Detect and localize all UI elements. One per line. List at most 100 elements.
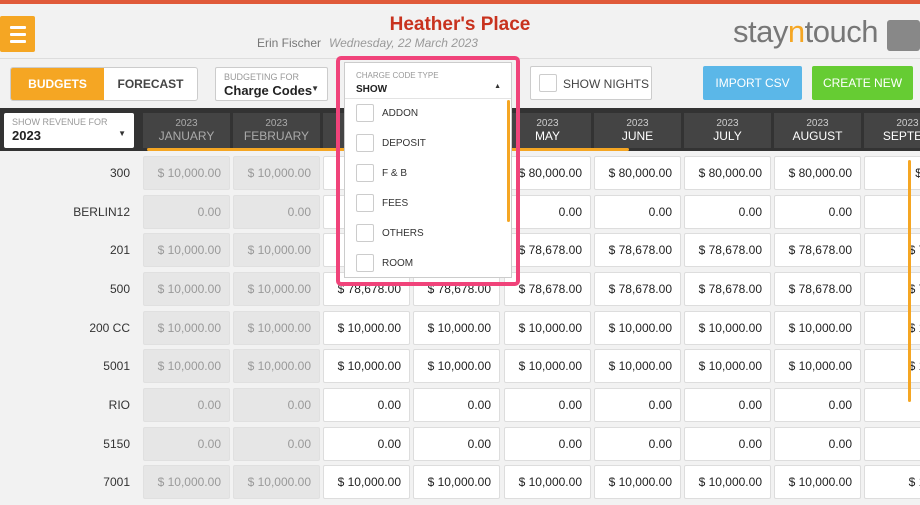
budget-cell-input[interactable]: 0.00 <box>684 195 771 229</box>
budget-cell-input[interactable]: 0.00 <box>774 427 861 461</box>
create-new-button[interactable]: CREATE NEW <box>812 66 913 100</box>
caret-up-icon[interactable]: ▲ <box>494 83 501 90</box>
dropdown-scrollbar[interactable] <box>507 100 510 222</box>
budget-cell-input[interactable]: 0.00 <box>594 427 681 461</box>
charge-code-type-option[interactable]: ADDON <box>345 99 511 129</box>
budget-cell-input[interactable]: $ 80,000.00 <box>774 156 861 190</box>
budget-cell-input[interactable]: $ 10,000.00 <box>413 311 500 345</box>
budget-cell-input[interactable]: $ 78,678.00 <box>594 272 681 306</box>
charge-code-type-option[interactable]: F & B <box>345 159 511 189</box>
budget-cell-input[interactable]: $ 80,000.00 <box>684 156 771 190</box>
budget-cell-input[interactable]: 0.00 <box>504 388 591 422</box>
month-column-header: 2023 FEBRUARY <box>233 113 320 148</box>
budget-cell-input[interactable]: $ 10,000.00 <box>504 349 591 383</box>
budget-cell-input[interactable]: $ 78,678.00 <box>504 272 591 306</box>
budget-cell-input[interactable] <box>864 427 920 461</box>
budgets-tab[interactable]: BUDGETS <box>11 68 104 100</box>
budget-cell-input[interactable]: $ 10,000.00 <box>504 465 591 499</box>
month-year: 2023 <box>626 118 649 129</box>
budget-cell-input[interactable]: $ 10,0 <box>864 349 920 383</box>
budget-cell-input[interactable]: $ 10,000.00 <box>684 465 771 499</box>
budget-cell-input[interactable]: 0.00 <box>594 195 681 229</box>
header: Heather's Place Erin Fischer Wednesday, … <box>0 4 920 58</box>
budget-cell-input[interactable]: 0.00 <box>684 427 771 461</box>
option-checkbox[interactable] <box>356 254 374 272</box>
row-charge-code: 200 CC <box>89 321 130 335</box>
budget-cell-input[interactable]: 0.00 <box>594 388 681 422</box>
budget-cell-input[interactable]: 0.00 <box>774 388 861 422</box>
budget-cell-input[interactable]: $ 10,000.00 <box>323 465 410 499</box>
month-year: 2023 <box>536 118 559 129</box>
budget-cell-input[interactable]: $ 78,678.00 <box>594 233 681 267</box>
option-checkbox[interactable] <box>356 194 374 212</box>
month-name: JANUARY <box>158 129 215 143</box>
option-checkbox[interactable] <box>356 224 374 242</box>
budget-cell-input[interactable]: $ 78,6 <box>864 233 920 267</box>
budget-cell-input[interactable]: $ 78,6 <box>864 272 920 306</box>
budget-cell-input[interactable]: $ 10,000.00 <box>684 349 771 383</box>
month-year: 2023 <box>896 118 919 129</box>
budget-cell-input[interactable]: $ 10,000.00 <box>413 465 500 499</box>
budget-cell-input[interactable] <box>864 195 920 229</box>
show-nights-checkbox[interactable] <box>539 74 557 92</box>
option-checkbox[interactable] <box>356 134 374 152</box>
charge-code-type-option[interactable]: ROOM <box>345 249 511 279</box>
budget-cell-input[interactable]: 0.00 <box>504 195 591 229</box>
budget-cell-input[interactable]: 0.00 <box>774 195 861 229</box>
budget-cell-input[interactable]: $ 80,000.00 <box>504 156 591 190</box>
caret-down-icon: ▼ <box>311 84 319 93</box>
budget-cell-input[interactable]: $ 10,000.00 <box>774 465 861 499</box>
forecast-tab[interactable]: FORECAST <box>104 68 197 100</box>
budget-cell-input[interactable]: $ 10,000.00 <box>774 311 861 345</box>
budget-cell-input[interactable]: $ 78,678.00 <box>684 272 771 306</box>
budget-cell-input[interactable]: $ 80,000.00 <box>594 156 681 190</box>
budget-cell-input[interactable]: $ 78,678.00 <box>504 233 591 267</box>
budget-cell-input[interactable]: $ 10,000.00 <box>594 465 681 499</box>
budget-cell-readonly: $ 10,000.00 <box>233 349 320 383</box>
budget-cell-readonly: $ 10,000.00 <box>143 272 230 306</box>
budget-cell-input[interactable]: $ 10,000.00 <box>684 311 771 345</box>
budgeting-for-select[interactable]: BUDGETING FOR Charge Codes ▼ <box>215 67 328 101</box>
budget-cell-input[interactable]: 0.00 <box>323 388 410 422</box>
budget-cell-readonly: $ 10,000.00 <box>143 233 230 267</box>
charge-code-type-option[interactable]: DEPOSIT <box>345 129 511 159</box>
budget-cell-input[interactable]: 0.00 <box>413 427 500 461</box>
budget-cell-input[interactable]: $ 10,000.00 <box>323 311 410 345</box>
month-name: AUGUST <box>792 129 843 143</box>
option-checkbox[interactable] <box>356 164 374 182</box>
show-nights-toggle[interactable]: SHOW NIGHTS <box>530 66 652 100</box>
budget-cell-input[interactable]: $ 10,000.00 <box>504 311 591 345</box>
row-charge-code: 500 <box>109 282 130 296</box>
budget-cell-input[interactable]: $ 10,000.00 <box>413 349 500 383</box>
budget-cell-input[interactable]: $ 78,678.00 <box>774 233 861 267</box>
charge-code-type-option[interactable]: OTHERS <box>345 219 511 249</box>
budget-cell-readonly: 0.00 <box>233 195 320 229</box>
stayntouch-logo: stayntouch <box>733 14 878 49</box>
user-name: Erin Fischer <box>257 36 322 50</box>
budget-cell-input[interactable]: $ 10,000.00 <box>323 349 410 383</box>
show-revenue-for-select[interactable]: SHOW REVENUE FOR 2023 ▼ <box>4 113 134 148</box>
budget-cell-input[interactable]: $ 78,678.00 <box>774 272 861 306</box>
vertical-scrollbar[interactable] <box>908 160 911 402</box>
budget-cell-input[interactable]: $ 80, <box>864 156 920 190</box>
charge-code-type-option[interactable]: FEES <box>345 189 511 219</box>
budget-cell-input[interactable]: $ 10,000.00 <box>774 349 861 383</box>
import-csv-button[interactable]: IMPORT CSV <box>703 66 802 100</box>
activity-icon[interactable] <box>887 20 920 51</box>
budget-cell-readonly: 0.00 <box>143 388 230 422</box>
budget-cell-input[interactable]: $ 78,678.00 <box>684 233 771 267</box>
budget-cell-input[interactable]: $ 10,000.00 <box>594 311 681 345</box>
charge-code-type-value[interactable]: SHOW <box>356 84 387 95</box>
option-checkbox[interactable] <box>356 104 374 122</box>
option-label: OTHERS <box>382 228 424 239</box>
budget-cell-readonly: 0.00 <box>233 388 320 422</box>
budget-cell-input[interactable]: 0.00 <box>504 427 591 461</box>
budget-cell-input[interactable]: $ 10,0 <box>864 465 920 499</box>
budget-cell-input[interactable]: $ 10,000.00 <box>594 349 681 383</box>
budget-cell-input[interactable] <box>864 388 920 422</box>
budget-cell-input[interactable]: $ 10,0 <box>864 311 920 345</box>
budget-cell-input[interactable]: 0.00 <box>684 388 771 422</box>
budget-cell-input[interactable]: 0.00 <box>413 388 500 422</box>
budget-cell-input[interactable]: 0.00 <box>323 427 410 461</box>
option-label: ROOM <box>382 258 414 269</box>
